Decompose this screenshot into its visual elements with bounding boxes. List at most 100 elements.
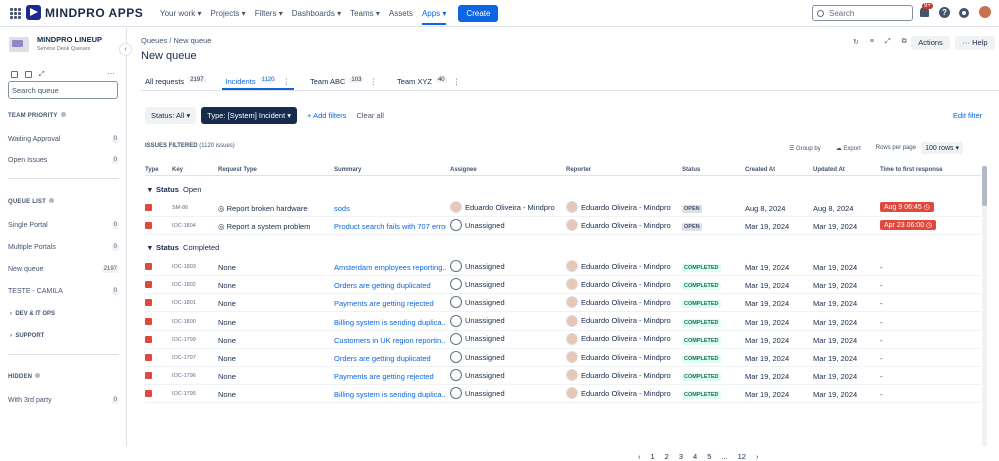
assignee[interactable]: Unassigned xyxy=(450,296,505,309)
issue-key[interactable]: IOC-1796 xyxy=(172,373,196,379)
tab-menu-icon[interactable]: ⋮ xyxy=(369,77,377,86)
issue-summary-link[interactable]: Billing system is sending duplica... xyxy=(334,318,446,327)
nav-your-work[interactable]: Your work ▾ xyxy=(160,9,202,18)
more-icon[interactable]: ··· xyxy=(107,69,115,78)
sidebar-item-multiple-portals[interactable]: Multiple Portals 0 xyxy=(8,244,119,251)
issue-summary-link[interactable]: Payments are getting rejected xyxy=(334,299,446,308)
assignee[interactable]: Unassigned xyxy=(450,369,505,382)
column-reporter[interactable]: Reporter xyxy=(566,167,591,173)
sort-icon[interactable]: ≡ xyxy=(870,38,874,46)
add-filters-button[interactable]: + Add filters xyxy=(307,111,346,120)
tab-menu-icon[interactable]: ⋮ xyxy=(282,77,290,86)
sidebar-item-single-portal[interactable]: Single Portal 0 xyxy=(8,222,119,229)
next-page-icon[interactable]: › xyxy=(756,452,759,461)
assignee[interactable]: Unassigned xyxy=(450,351,505,363)
nav-filters[interactable]: Filters ▾ xyxy=(255,9,283,18)
table-row[interactable]: IOC-1796 None Payments are getting rejecte… xyxy=(145,367,981,386)
column-time-first-response[interactable]: Time to first response xyxy=(880,167,943,173)
reporter[interactable]: Eduardo Oliveira - Mindpro xyxy=(566,260,671,272)
assignee[interactable]: Unassigned xyxy=(450,260,505,272)
assignee[interactable]: Eduardo Oliveira - Mindpro xyxy=(450,201,555,213)
column-assignee[interactable]: Assignee xyxy=(450,167,477,173)
page-number[interactable]: 2 xyxy=(665,452,669,461)
issue-summary-link[interactable]: Product search fails with 707 error xyxy=(334,222,446,231)
sidebar-item-waiting-approval[interactable]: Waiting Approval 0 xyxy=(8,136,119,143)
page-number[interactable]: ... xyxy=(721,452,727,461)
assignee[interactable]: Unassigned xyxy=(450,219,505,232)
page-number[interactable]: 5 xyxy=(707,452,711,461)
issue-summary-link[interactable]: Payments are getting rejected xyxy=(334,372,446,381)
issue-key[interactable]: IOC-1802 xyxy=(172,282,196,288)
issue-summary-link[interactable]: Orders are getting duplicated xyxy=(334,281,446,290)
tab-incidents[interactable]: Incidents 1120 ⋮ xyxy=(221,74,294,90)
column-updated-at[interactable]: Updated At xyxy=(813,167,845,173)
open-external-icon[interactable]: ⧉ xyxy=(902,38,907,46)
issue-key[interactable]: IOC-1799 xyxy=(172,337,196,343)
collapse-sidebar-button[interactable]: ‹ xyxy=(119,43,132,56)
gear-icon[interactable] xyxy=(959,8,969,18)
issue-summary-link[interactable]: Customers in UK region reportin... xyxy=(334,336,446,345)
column-type[interactable]: Type xyxy=(145,167,159,173)
tab-menu-icon[interactable]: ⋮ xyxy=(453,77,461,86)
group-header-open[interactable]: ▾ Status Open xyxy=(148,185,201,194)
assignee[interactable]: Unassigned xyxy=(450,278,505,291)
reporter[interactable]: Eduardo Oliveira - Mindpro xyxy=(566,278,671,291)
clear-all-button[interactable]: Clear all xyxy=(356,111,384,120)
issue-key[interactable]: IOC-1804 xyxy=(172,223,196,229)
help-icon[interactable]: ? xyxy=(939,7,950,18)
issue-key[interactable]: IOC-1801 xyxy=(172,300,196,306)
table-row[interactable]: IOC-1801 None Payments are getting rejecte… xyxy=(145,294,981,313)
create-button[interactable]: Create xyxy=(458,5,499,22)
table-row[interactable]: IOC-1802 None Orders are getting duplicate… xyxy=(145,276,981,295)
global-search-input[interactable]: Search xyxy=(812,5,913,21)
reporter[interactable]: Eduardo Oliveira - Mindpro xyxy=(566,201,671,213)
expand-icon[interactable]: ⤢ xyxy=(39,71,46,78)
brand-logo[interactable]: MINDPRO APPS xyxy=(26,5,143,20)
actions-button[interactable]: Actions xyxy=(911,36,950,50)
group-by-button[interactable]: ☰ Group by xyxy=(789,145,821,152)
nav-teams[interactable]: Teams ▾ xyxy=(350,9,380,18)
table-row[interactable]: IOC-1803 None Amsterdam employees reportin… xyxy=(145,258,981,276)
column-created-at[interactable]: Created At xyxy=(745,167,775,173)
sidebar-item-with-3rd-party[interactable]: With 3rd party 0 xyxy=(8,397,119,404)
previous-page-icon[interactable]: ‹ xyxy=(638,452,641,461)
help-button[interactable]: ··· Help xyxy=(955,36,995,50)
assignee[interactable]: Unassigned xyxy=(450,387,505,400)
assignee[interactable]: Unassigned xyxy=(450,332,505,345)
sidebar-group-dev-it-ops[interactable]: › DEV & IT OPS xyxy=(10,311,55,317)
status-filter[interactable]: Status: All ▾ xyxy=(145,107,197,124)
add-icon[interactable] xyxy=(25,71,32,78)
reporter[interactable]: Eduardo Oliveira - Mindpro xyxy=(566,387,671,400)
nav-dashboards[interactable]: Dashboards ▾ xyxy=(292,9,341,18)
refresh-icon[interactable]: ↻ xyxy=(853,38,859,46)
tab-team-xyz[interactable]: Team XYZ 40 ⋮ xyxy=(393,74,464,90)
reporter[interactable]: Eduardo Oliveira - Mindpro xyxy=(566,314,671,327)
assignee[interactable]: Unassigned xyxy=(450,314,505,327)
info-icon[interactable] xyxy=(35,373,41,378)
copy-icon[interactable] xyxy=(11,71,18,78)
queue-search-input[interactable]: Search queue xyxy=(8,81,118,99)
table-row[interactable]: IOC-1797 None Orders are getting duplicate… xyxy=(145,349,981,367)
table-row[interactable]: IOC-1804 ◎ Report a system problem Product… xyxy=(145,217,981,236)
sidebar-item-open-issues[interactable]: Open Issues 0 xyxy=(8,157,119,164)
table-row[interactable]: IOC-1799 None Customers in UK region repor… xyxy=(145,331,981,349)
page-number[interactable]: 4 xyxy=(693,452,697,461)
sidebar-item-new-queue[interactable]: New queue 2197 xyxy=(8,266,119,273)
page-number[interactable]: 1 xyxy=(651,452,655,461)
issue-key[interactable]: IOC-1800 xyxy=(172,319,196,325)
sidebar-item-teste-camila[interactable]: TESTE - CAMILA 0 xyxy=(8,288,119,295)
reporter[interactable]: Eduardo Oliveira - Mindpro xyxy=(566,369,671,382)
issue-summary-link[interactable]: sods xyxy=(334,204,446,213)
scrollbar-thumb[interactable] xyxy=(982,166,987,206)
column-request-type[interactable]: Request Type xyxy=(218,167,257,173)
export-button[interactable]: ☁ Export xyxy=(836,145,861,152)
table-row[interactable]: IOC-1800 None Billing system is sending du… xyxy=(145,313,981,331)
column-key[interactable]: Key xyxy=(172,167,183,173)
user-avatar[interactable] xyxy=(979,6,991,18)
nav-assets[interactable]: Assets xyxy=(389,9,413,18)
rows-per-page-select[interactable]: 100 rows ▾ xyxy=(921,142,963,154)
reporter[interactable]: Eduardo Oliveira - Mindpro xyxy=(566,332,671,345)
tab-all-requests[interactable]: All requests 2197 xyxy=(141,74,210,90)
column-status[interactable]: Status xyxy=(682,167,700,173)
issue-key[interactable]: SM-86 xyxy=(172,205,188,211)
